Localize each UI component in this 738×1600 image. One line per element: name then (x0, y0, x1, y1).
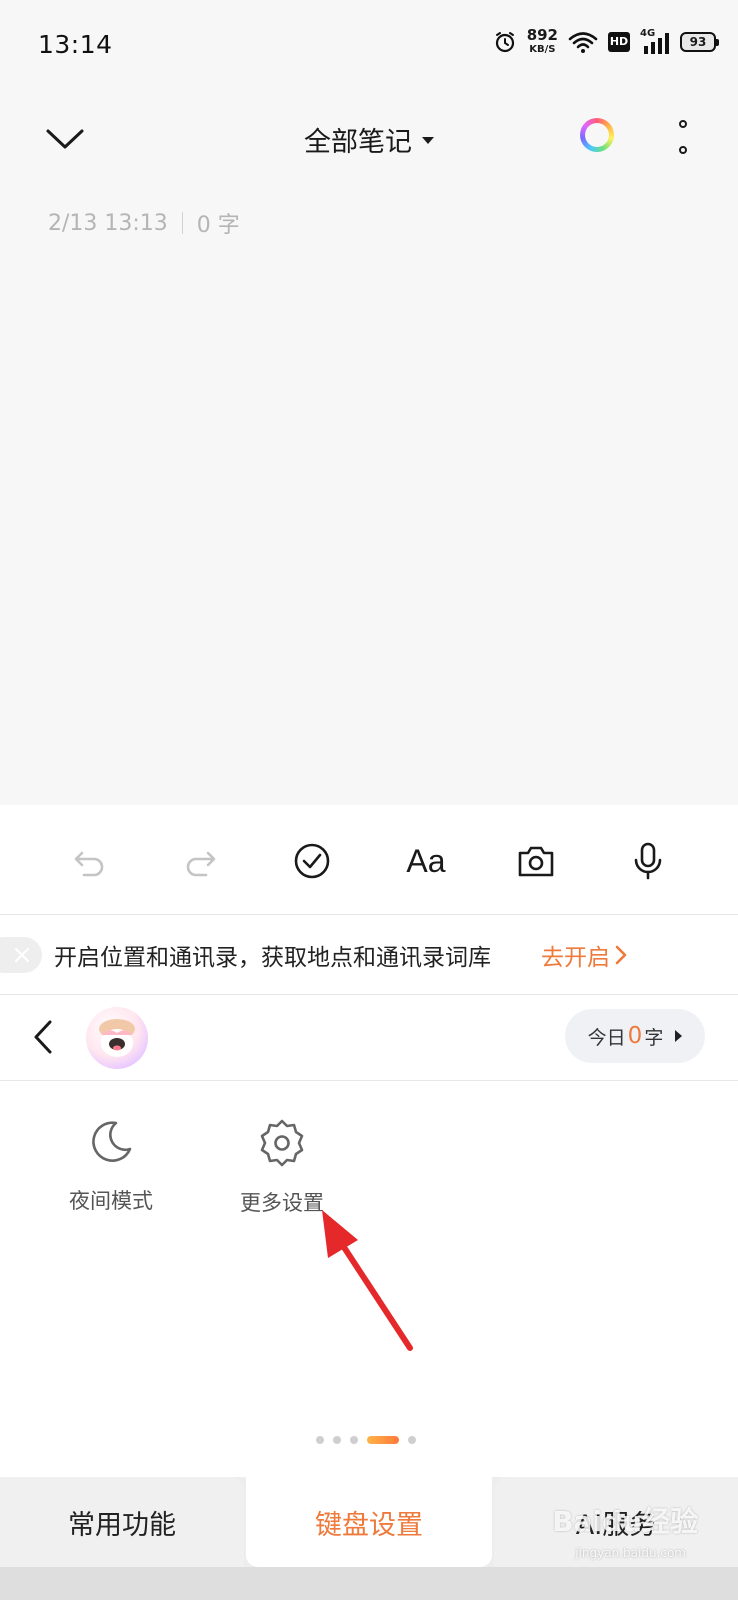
play-arrow-icon (675, 1030, 683, 1042)
status-bar: 13:14 892 KB/S HD 4G 93 (0, 0, 738, 90)
night-mode-button[interactable]: 夜间模式 (66, 1117, 156, 1215)
battery-icon: 93 (680, 31, 719, 52)
bottom-strip (0, 1567, 738, 1600)
status-icons: 892 KB/S HD 4G 93 (493, 28, 719, 55)
redo-icon (186, 851, 216, 877)
more-settings-label: 更多设置 (240, 1191, 324, 1215)
redo-button[interactable] (178, 839, 222, 883)
camera-icon (518, 846, 554, 877)
page-dot-active (367, 1436, 399, 1444)
microphone-icon (634, 842, 662, 880)
close-icon (14, 947, 30, 963)
permission-text: 开启位置和通讯录，获取地点和通讯录词库 (54, 945, 491, 971)
app-header: 全部笔记 (0, 100, 738, 180)
divider (181, 212, 183, 234)
close-banner-button[interactable] (0, 937, 42, 973)
page-dot (350, 1436, 358, 1444)
color-ring-icon[interactable] (580, 118, 614, 152)
night-mode-label: 夜间模式 (69, 1189, 153, 1213)
more-vertical-icon[interactable] (672, 120, 694, 154)
watermark: Baidu经验 (552, 1505, 698, 1538)
checklist-icon (294, 843, 330, 879)
mascot-avatar[interactable] (86, 1007, 148, 1069)
permission-banner: 开启位置和通讯录，获取地点和通讯录词库 去开启 (0, 915, 738, 995)
status-time: 13:14 (38, 30, 113, 59)
net-speed-value: 892 (526, 26, 558, 44)
wifi-icon (568, 31, 598, 53)
undo-button[interactable] (68, 839, 112, 883)
back-icon[interactable] (28, 1017, 58, 1057)
camera-button[interactable] (514, 839, 558, 883)
tab-common-functions[interactable]: 常用功能 (0, 1477, 244, 1567)
edit-toolbar: Aa (0, 805, 738, 915)
enable-permission-link[interactable]: 去开启 (541, 938, 628, 972)
notebook-selector[interactable]: 全部笔记 (0, 120, 738, 159)
enable-permission-label: 去开启 (541, 945, 610, 971)
watermark-url: jingyan.baidu.com (575, 1546, 686, 1560)
caret-down-icon (422, 137, 434, 144)
more-settings-button[interactable]: 更多设置 (236, 1117, 328, 1217)
moon-icon (92, 1121, 132, 1162)
chevron-right-icon (615, 945, 627, 965)
tab-keyboard-settings[interactable]: 键盘设置 (246, 1477, 492, 1567)
font-format-icon[interactable]: Aa (398, 839, 454, 883)
page-dot (333, 1436, 341, 1444)
signal-icon: 4G (640, 28, 670, 54)
today-count: 0 (627, 1023, 643, 1049)
gear-icon (260, 1119, 304, 1167)
note-word-count: 0 字 (196, 213, 240, 238)
page-dot (408, 1436, 416, 1444)
net-speed: 892 KB/S (527, 28, 558, 55)
alarm-icon (495, 31, 514, 52)
today-suffix: 字 (644, 1026, 664, 1049)
today-prefix: 今日 (587, 1026, 626, 1049)
hd-badge: HD (608, 31, 630, 52)
page-indicator (316, 1436, 416, 1444)
keyboard-header: 今日 0 字 (0, 995, 738, 1081)
today-word-count[interactable]: 今日 0 字 (565, 1009, 705, 1063)
checklist-button[interactable] (290, 839, 334, 883)
note-meta: 2/13 13:13 0 字 (48, 207, 240, 239)
note-timestamp: 2/13 13:13 (48, 210, 168, 236)
page-title: 全部笔记 (304, 127, 412, 158)
undo-icon (74, 851, 104, 877)
net-speed-unit: KB/S (529, 44, 556, 55)
voice-input-button[interactable] (626, 839, 670, 883)
page-dot (316, 1436, 324, 1444)
